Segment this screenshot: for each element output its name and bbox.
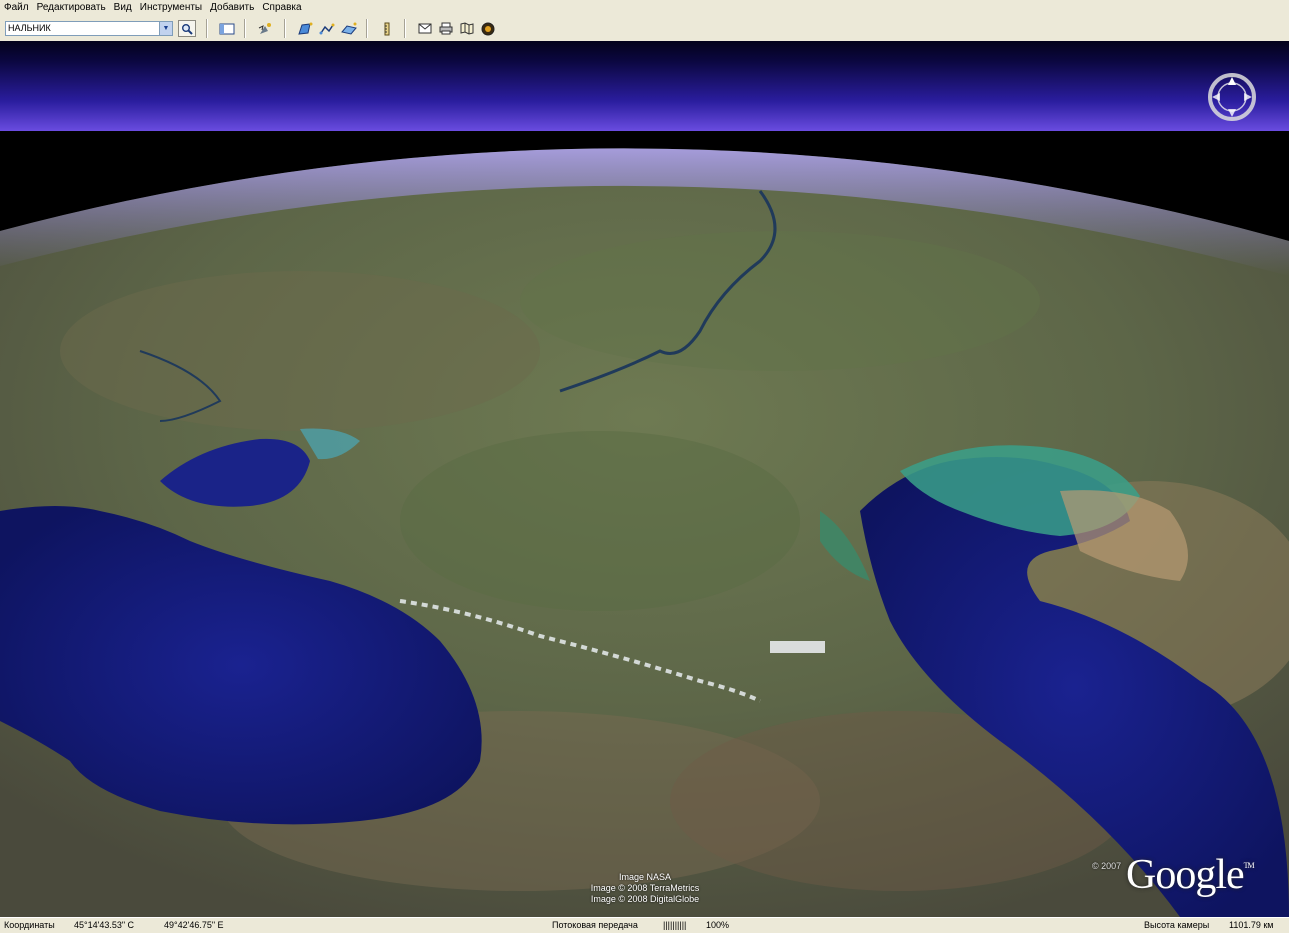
sky-icon bbox=[481, 22, 495, 35]
credit-line: Image © 2008 DigitalGlobe bbox=[590, 894, 700, 904]
compass-navigation[interactable] bbox=[1206, 71, 1258, 123]
latitude-value: 45°14'43.53" С bbox=[74, 920, 135, 930]
sky-button[interactable] bbox=[479, 20, 497, 37]
path-icon bbox=[319, 23, 335, 34]
search-input-value: НАЛЬНИК bbox=[8, 23, 51, 33]
search-icon bbox=[182, 23, 193, 35]
earth-imagery bbox=[0, 148, 1289, 917]
google-logo: GoogleTM bbox=[1126, 851, 1255, 899]
status-bar: Координаты 45°14'43.53" С 49°42'46.75" Е… bbox=[0, 917, 1289, 933]
menu-add[interactable]: Добавить bbox=[206, 0, 258, 15]
trademark: TM bbox=[1243, 861, 1255, 870]
map-icon bbox=[460, 22, 474, 35]
copyright: © 2007 bbox=[1092, 861, 1122, 871]
search-input[interactable]: НАЛЬНИК ▼ bbox=[5, 21, 173, 36]
toolbar: НАЛЬНИК ▼ bbox=[0, 15, 1289, 42]
streaming-progress-bar: |||||||||| bbox=[663, 920, 687, 930]
streaming-percent: 100% bbox=[706, 920, 730, 930]
logo-text: Google bbox=[1126, 852, 1245, 898]
email-button[interactable] bbox=[416, 20, 434, 37]
toolbar-separator bbox=[284, 19, 286, 38]
print-button[interactable] bbox=[437, 20, 455, 37]
menu-help[interactable]: Справка bbox=[258, 0, 305, 15]
add-polygon-button[interactable] bbox=[296, 20, 314, 37]
coords-label: Координаты bbox=[4, 920, 55, 930]
map-view[interactable]: Image NASA Image © 2008 TerraMetrics Ima… bbox=[0, 41, 1289, 917]
ruler-button[interactable] bbox=[378, 20, 396, 37]
altitude-value: 1101.79 км bbox=[1229, 920, 1274, 930]
email-icon bbox=[418, 23, 432, 34]
ruler-icon bbox=[384, 22, 390, 35]
toolbar-separator bbox=[366, 19, 368, 38]
menu-view[interactable]: Вид bbox=[110, 0, 136, 15]
menu-bar: Файл Редактировать Вид Инструменты Добав… bbox=[0, 0, 1289, 15]
add-image-overlay-button[interactable] bbox=[340, 20, 358, 37]
toolbar-separator bbox=[206, 19, 208, 38]
toolbar-separator bbox=[404, 19, 406, 38]
add-path-button[interactable] bbox=[318, 20, 336, 37]
polygon-icon bbox=[298, 22, 313, 35]
print-icon bbox=[439, 22, 453, 35]
sidebar-toggle-button[interactable] bbox=[218, 20, 236, 37]
menu-file[interactable]: Файл bbox=[0, 0, 33, 15]
view-in-maps-button[interactable] bbox=[458, 20, 476, 37]
altitude-label: Высота камеры bbox=[1144, 920, 1210, 930]
imagery-credits: Image NASA Image © 2008 TerraMetrics Ima… bbox=[570, 872, 720, 905]
sidebar-toggle-icon bbox=[219, 23, 235, 34]
menu-tools[interactable]: Инструменты bbox=[136, 0, 206, 15]
credit-line: Image NASA bbox=[618, 872, 672, 882]
compass-icon bbox=[1208, 73, 1256, 121]
toolbar-separator bbox=[244, 19, 246, 38]
search-button[interactable] bbox=[178, 20, 196, 37]
placemark-icon bbox=[258, 22, 271, 34]
menu-edit[interactable]: Редактировать bbox=[33, 0, 110, 15]
image-overlay-icon bbox=[341, 22, 357, 35]
streaming-label: Потоковая передача bbox=[552, 920, 638, 930]
longitude-value: 49°42'46.75" Е bbox=[164, 920, 224, 930]
chevron-down-icon[interactable]: ▼ bbox=[159, 22, 172, 35]
placemark-button[interactable] bbox=[256, 20, 274, 37]
credit-line: Image © 2008 TerraMetrics bbox=[590, 883, 700, 893]
